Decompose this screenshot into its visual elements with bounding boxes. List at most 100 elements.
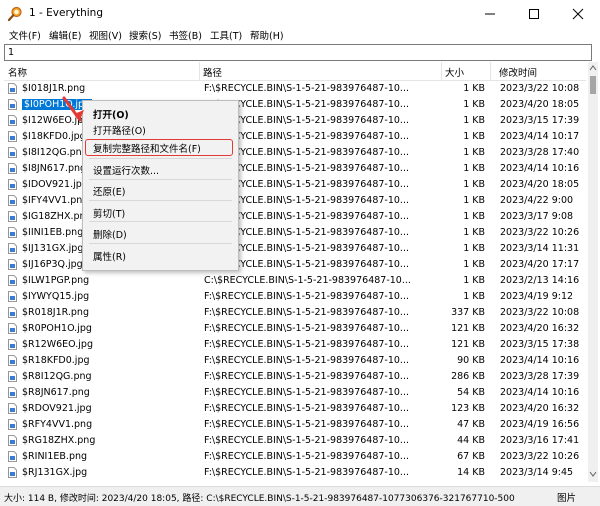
ctx-properties[interactable]: 属性(R) (93, 249, 126, 263)
table-row[interactable]: $RINI1EB.png F:\$RECYCLE.BIN\S-1-5-21-983… (4, 449, 586, 465)
menu-search[interactable]: 搜索(S) (129, 28, 161, 42)
status-text: 大小: 114 B, 修改时间: 2023/4/20 18:05, 路径: C:… (4, 494, 515, 504)
column-divider[interactable] (441, 62, 442, 80)
scroll-up-icon[interactable] (589, 64, 597, 72)
file-modified: 2023/4/20 16:32 (500, 323, 586, 334)
ctx-set-run-count[interactable]: 设置运行次数... (93, 163, 159, 177)
file-path-text: F:\$RECYCLE.BIN\S-1-5-21-983976487-10... (204, 323, 409, 334)
file-modified: 2023/3/14 11:31 (500, 243, 586, 254)
file-path: F:\$RECYCLE.BIN\S-1-5-21-983976487-10... (204, 291, 439, 302)
file-icon (8, 195, 17, 206)
ctx-open-path[interactable]: 打开路径(O) (93, 123, 146, 137)
title-bar: 1 - Everything (0, 0, 600, 27)
file-size: 286 KB (429, 371, 485, 382)
file-path: F:\$RECYCLE.BIN\S-1-5-21-983976487-10... (204, 307, 439, 318)
file-modified: 2023/4/20 18:05 (500, 179, 586, 190)
menu-separator (89, 158, 232, 159)
file-name-text: $I18KFD0.jpg (22, 131, 86, 142)
file-modified-text: 2023/4/20 18:05 (500, 99, 580, 110)
vertical-scrollbar[interactable] (588, 62, 598, 482)
file-modified-text: 2023/4/14 10:16 (500, 355, 580, 366)
table-row[interactable]: $RFY4VV1.png F:\$RECYCLE.BIN\S-1-5-21-983… (4, 417, 586, 433)
file-size: 1 KB (429, 227, 485, 238)
file-size: 1 KB (429, 115, 485, 126)
file-size-text: 90 KB (457, 355, 485, 366)
file-name: $R18KFD0.jpg (22, 355, 192, 366)
ctx-delete[interactable]: 删除(D) (93, 227, 127, 241)
menu-help[interactable]: 帮助(H) (250, 28, 284, 42)
file-size-text: 1 KB (463, 243, 485, 254)
file-icon (8, 435, 17, 446)
file-name-text: $RG18ZHX.png (22, 435, 96, 446)
table-row[interactable]: $R12W6EO.jpg F:\$RECYCLE.BIN\S-1-5-21-983… (4, 337, 586, 353)
file-size-text: 1 KB (463, 115, 485, 126)
file-modified: 2023/3/22 10:26 (500, 227, 586, 238)
menu-bookmarks[interactable]: 书签(B) (169, 28, 202, 42)
column-divider[interactable] (490, 62, 491, 80)
column-modified[interactable]: 修改时间 (499, 65, 537, 79)
table-row[interactable]: $R8I12QG.png F:\$RECYCLE.BIN\S-1-5-21-983… (4, 369, 586, 385)
file-size: 1 KB (429, 259, 485, 270)
file-modified: 2023/3/22 10:26 (500, 451, 586, 462)
table-row[interactable]: $IYWYQ15.jpg F:\$RECYCLE.BIN\S-1-5-21-983… (4, 289, 586, 305)
file-name-text: $IYWYQ15.jpg (22, 291, 90, 302)
highlight-box (85, 139, 233, 156)
column-header: 名称 路径 大小 修改时间 (4, 62, 586, 81)
table-row[interactable]: $ILW1PGP.png C:\$RECYCLE.BIN\S-1-5-21-983… (4, 273, 586, 289)
column-size[interactable]: 大小 (445, 65, 464, 79)
file-path: F:\$RECYCLE.BIN\S-1-5-21-983976487-10... (204, 83, 439, 94)
ctx-restore[interactable]: 还原(E) (93, 184, 125, 198)
scroll-down-icon[interactable] (589, 470, 597, 478)
file-modified-text: 2023/3/14 11:31 (500, 243, 580, 254)
file-icon (8, 291, 17, 302)
file-icon (8, 147, 17, 158)
maximize-button[interactable] (512, 0, 556, 27)
search-input[interactable] (5, 45, 588, 60)
table-row[interactable]: $RDOV921.jpg F:\$RECYCLE.BIN\S-1-5-21-983… (4, 401, 586, 417)
file-icon (8, 131, 17, 142)
scrollbar-thumb[interactable] (590, 76, 596, 94)
menu-file[interactable]: 文件(F) (9, 28, 41, 42)
ctx-cut[interactable]: 剪切(T) (93, 206, 125, 220)
file-modified: 2023/4/20 18:05 (500, 99, 586, 110)
file-modified-text: 2023/3/22 10:26 (500, 227, 580, 238)
table-row[interactable]: $RG18ZHX.png F:\$RECYCLE.BIN\S-1-5-21-983… (4, 433, 586, 449)
column-divider[interactable] (199, 62, 200, 80)
table-row[interactable]: $RJ131GX.jpg F:\$RECYCLE.BIN\S-1-5-21-983… (4, 465, 586, 481)
file-modified-text: 2023/3/28 17:40 (500, 147, 580, 158)
menu-view[interactable]: 视图(V) (89, 28, 122, 42)
menu-tools[interactable]: 工具(T) (210, 28, 242, 42)
file-size: 90 KB (429, 355, 485, 366)
file-modified-text: 2023/4/20 16:32 (500, 403, 580, 414)
table-row[interactable]: $R18KFD0.jpg F:\$RECYCLE.BIN\S-1-5-21-983… (4, 353, 586, 369)
file-modified: 2023/3/28 17:39 (500, 371, 586, 382)
column-name[interactable]: 名称 (8, 65, 27, 79)
file-size-text: 1 KB (463, 131, 485, 142)
file-path: F:\$RECYCLE.BIN\S-1-5-21-983976487-10... (204, 419, 439, 430)
table-row[interactable]: $R8JN617.png F:\$RECYCLE.BIN\S-1-5-21-983… (4, 385, 586, 401)
table-row[interactable]: $R018J1R.png F:\$RECYCLE.BIN\S-1-5-21-983… (4, 305, 586, 321)
menu-edit[interactable]: 编辑(E) (49, 28, 81, 42)
file-size: 1 KB (429, 291, 485, 302)
file-modified-text: 2023/4/20 16:32 (500, 323, 580, 334)
file-size: 121 KB (429, 339, 485, 350)
minimize-button[interactable] (468, 0, 512, 27)
status-filter[interactable]: 图片 (557, 490, 576, 504)
file-size: 337 KB (429, 307, 485, 318)
file-name-text: $RJ131GX.jpg (22, 467, 88, 478)
table-row[interactable]: $R0POH1O.jpg F:\$RECYCLE.BIN\S-1-5-21-983… (4, 321, 586, 337)
file-icon (8, 259, 17, 270)
file-name-text: $IJ131GX.jpg (22, 243, 84, 254)
file-modified-text: 2023/4/14 10:16 (500, 163, 580, 174)
file-name-text: $R18KFD0.jpg (22, 355, 90, 366)
column-path[interactable]: 路径 (203, 65, 222, 79)
file-path: F:\$RECYCLE.BIN\S-1-5-21-983976487-10... (204, 147, 439, 158)
file-size-text: 1 KB (463, 195, 485, 206)
file-path-text: F:\$RECYCLE.BIN\S-1-5-21-983976487-10... (204, 403, 409, 414)
file-modified-text: 2023/3/14 9:45 (500, 467, 574, 478)
file-path: F:\$RECYCLE.BIN\S-1-5-21-983976487-10... (204, 371, 439, 382)
file-path: F:\$RECYCLE.BIN\S-1-5-21-983976487-10... (204, 179, 439, 190)
close-button[interactable] (556, 0, 600, 27)
file-size: 1 KB (429, 83, 485, 94)
file-size-text: 286 KB (451, 371, 485, 382)
